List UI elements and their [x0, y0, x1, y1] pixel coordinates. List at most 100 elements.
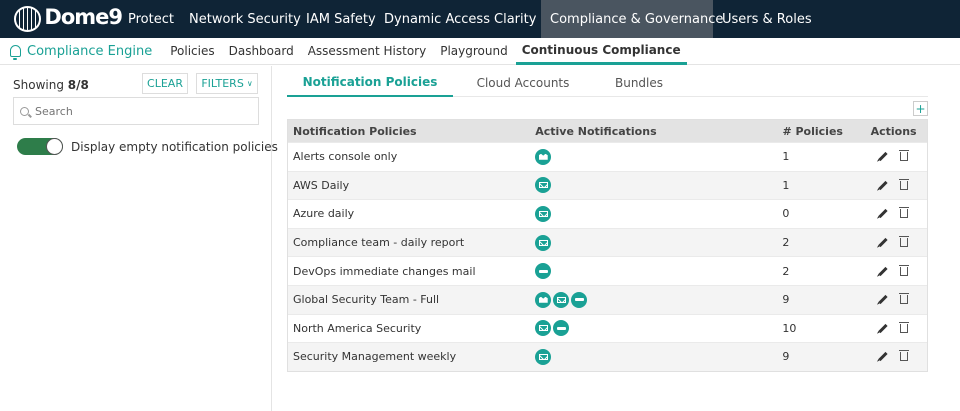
row-actions [860, 178, 927, 190]
table-row[interactable]: Compliance team - daily report 2 [288, 227, 927, 257]
pencil-icon[interactable] [878, 352, 888, 362]
row-actions [860, 150, 927, 162]
nav-compliance-governance[interactable]: Compliance & Governance [541, 0, 723, 38]
showing-label: Showing [13, 78, 64, 92]
search-box[interactable] [13, 97, 259, 125]
policies-count: 9 [782, 293, 790, 307]
empty-policies-toggle[interactable] [17, 138, 63, 155]
policies-count: 10 [782, 321, 797, 335]
logo-text: Dome9 [44, 5, 123, 29]
bell-icon [10, 45, 21, 60]
policy-name[interactable]: DevOps immediate changes mail [288, 265, 535, 278]
pencil-icon[interactable] [878, 266, 888, 276]
trash-icon[interactable] [899, 178, 910, 190]
console-notification-icon [535, 148, 552, 165]
subnav-playground[interactable]: Playground [434, 38, 513, 65]
top-nav: Dome9 Protect Network Security IAM Safet… [0, 0, 960, 38]
active-notifications [535, 320, 782, 337]
active-notifications [535, 263, 782, 280]
showing-count: Showing 8/8 [13, 78, 89, 92]
policies-count: 9 [782, 350, 790, 364]
policies-count: 2 [782, 264, 790, 278]
pencil-icon[interactable] [878, 180, 888, 190]
add-policy-button[interactable]: + [913, 101, 928, 116]
mail-notification-icon [535, 234, 552, 251]
policy-name[interactable]: Azure daily [288, 207, 535, 220]
header-actions: Actions [870, 124, 917, 138]
policy-name[interactable]: Alerts console only [288, 150, 535, 163]
mail-notification-icon [535, 320, 552, 337]
trash-icon[interactable] [899, 350, 910, 362]
table-row[interactable]: Alerts console only 1 [288, 142, 927, 171]
header-notification-policies[interactable]: Notification Policies [288, 125, 535, 138]
console-notification-icon [535, 291, 552, 308]
subnav-continuous-compliance[interactable]: Continuous Compliance [515, 38, 687, 65]
table-row[interactable]: DevOps immediate changes mail 2 [288, 256, 927, 285]
active-notifications [535, 348, 782, 365]
tab-bundles[interactable]: Bundles [593, 69, 685, 97]
nav-network-security[interactable]: Network Security [180, 0, 301, 38]
search-input[interactable] [35, 104, 245, 118]
row-actions [860, 236, 927, 248]
immediate-notification-icon [553, 320, 570, 337]
chevron-down-icon: ∨ [246, 79, 253, 88]
mail-notification-icon [535, 348, 552, 365]
policies-count: 1 [782, 150, 790, 164]
tab-cloud-accounts[interactable]: Cloud Accounts [453, 69, 593, 97]
nav-clarity[interactable]: Clarity [485, 0, 541, 38]
pencil-icon[interactable] [878, 209, 888, 219]
header-active-notifications[interactable]: Active Notifications [535, 125, 782, 138]
policy-name[interactable]: Global Security Team - Full [288, 293, 535, 306]
table-row[interactable]: North America Security 10 [288, 313, 927, 343]
policy-name[interactable]: Compliance team - daily report [288, 236, 535, 249]
table-row[interactable]: Global Security Team - Full 9 [288, 284, 927, 314]
policy-name[interactable]: Security Management weekly [288, 350, 535, 363]
table-row[interactable]: AWS Daily 1 [288, 170, 927, 200]
filters-button[interactable]: FILTERS ∨ [196, 73, 258, 94]
pencil-icon[interactable] [878, 152, 888, 162]
active-notifications [535, 234, 782, 251]
immediate-notification-icon [535, 263, 552, 280]
mail-notification-icon [535, 205, 552, 222]
pencil-icon[interactable] [878, 323, 888, 333]
trash-icon[interactable] [899, 207, 910, 219]
subnav-assessment-history[interactable]: Assessment History [302, 38, 433, 65]
nav-users-roles[interactable]: Users & Roles [713, 0, 813, 38]
row-actions [860, 207, 927, 219]
notification-policies-table: Notification Policies Active Notificatio… [287, 119, 928, 372]
showing-value: 8/8 [67, 78, 89, 92]
trash-icon[interactable] [899, 293, 910, 305]
nav-protect[interactable]: Protect [122, 0, 180, 38]
table-row[interactable]: Security Management weekly 9 [288, 342, 927, 371]
pencil-icon[interactable] [878, 295, 888, 305]
immediate-notification-icon [571, 291, 588, 308]
policy-name[interactable]: AWS Daily [288, 179, 535, 192]
dome9-logo[interactable]: Dome9 [0, 0, 123, 38]
trash-icon[interactable] [899, 236, 910, 248]
empty-policies-toggle-row: Display empty notification policies [17, 138, 278, 155]
table-row[interactable]: Azure daily 0 [288, 199, 927, 228]
active-notifications [535, 291, 782, 308]
policies-count: 0 [782, 207, 790, 221]
trash-icon[interactable] [899, 264, 910, 276]
engine-label: Compliance Engine [27, 43, 153, 59]
mail-notification-icon [553, 291, 570, 308]
pencil-icon[interactable] [878, 237, 888, 248]
clear-button[interactable]: CLEAR [142, 73, 188, 94]
filter-panel: Showing 8/8 CLEAR FILTERS ∨ Display empt… [0, 66, 278, 411]
nav-dynamic-access[interactable]: Dynamic Access [375, 0, 490, 38]
mail-notification-icon [535, 177, 552, 194]
header-policies-count[interactable]: # Policies [782, 125, 860, 138]
policy-name[interactable]: North America Security [288, 322, 535, 335]
trash-icon[interactable] [899, 321, 910, 333]
subnav-dashboard[interactable]: Dashboard [223, 38, 300, 65]
search-icon [20, 106, 29, 116]
tab-notification-policies[interactable]: Notification Policies [287, 69, 453, 97]
toggle-label: Display empty notification policies [71, 139, 278, 154]
nav-iam-safety[interactable]: IAM Safety [297, 0, 376, 38]
trash-icon[interactable] [899, 150, 910, 162]
globe-icon [14, 6, 42, 32]
subnav-policies[interactable]: Policies [164, 38, 220, 65]
row-actions [860, 293, 927, 305]
row-actions [860, 350, 927, 362]
